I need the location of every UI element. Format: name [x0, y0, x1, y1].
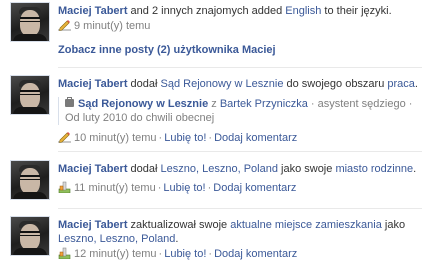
- story-text-part: zaktualizował swoje: [127, 219, 231, 231]
- separator: ·: [208, 248, 213, 260]
- actor-link[interactable]: Maciej Tabert: [58, 219, 128, 231]
- feed-story: Maciej Tabert dodał Sąd Rejonowy w Leszn…: [0, 73, 420, 151]
- object-link[interactable]: Leszno, Leszno, Poland: [161, 163, 278, 175]
- actor-link[interactable]: Maciej Tabert: [58, 163, 128, 175]
- attachment-person-link[interactable]: Bartek Przyniczka: [220, 98, 308, 110]
- separator: ·: [158, 132, 163, 144]
- timestamp[interactable]: 10 minut(y) temu: [74, 132, 157, 144]
- story-content: Maciej Tabert zaktualizował swoje aktual…: [58, 218, 414, 261]
- story-text-part: .: [175, 233, 179, 245]
- story-meta: 11 minut(y) temu · Lubię to! · Dodaj komenta…: [58, 181, 420, 195]
- story-content: Maciej Tabert dodał Leszno, Leszno, Pola…: [58, 162, 420, 195]
- story-text-part: jako swoje: [277, 163, 336, 175]
- comment-link[interactable]: Dodaj komentarz: [214, 248, 297, 260]
- briefcase-icon: [65, 97, 74, 107]
- object-link[interactable]: Leszno, Leszno, Poland: [58, 233, 175, 245]
- story-text-part: .: [414, 78, 418, 90]
- separator: ·: [208, 132, 213, 144]
- divider: [58, 151, 422, 152]
- avatar[interactable]: [10, 75, 50, 115]
- object-link[interactable]: English: [285, 5, 321, 17]
- divider: [58, 67, 422, 68]
- story-content: Maciej Tabert dodał Sąd Rejonowy w Leszn…: [58, 77, 420, 145]
- story-text-part: .: [413, 163, 417, 175]
- pencil-icon: [58, 132, 71, 143]
- timestamp[interactable]: 9 minut(y) temu: [74, 20, 150, 32]
- object-link[interactable]: aktualne miejsce zamieszkania: [230, 219, 382, 231]
- object-link[interactable]: Sąd Rejonowy w Lesznie: [161, 78, 284, 90]
- story-text-part: dodał: [127, 78, 161, 90]
- comment-link[interactable]: Dodaj komentarz: [213, 182, 296, 194]
- separator: ·: [158, 248, 163, 260]
- story-meta: 10 minut(y) temu · Lubię to! · Dodaj komenta…: [58, 131, 420, 145]
- attachment-dates: Od luty 2010 do chwili obecnej: [65, 112, 215, 124]
- attachment-title-link[interactable]: Sąd Rejonowy w Lesznie: [78, 98, 208, 110]
- separator: ·: [207, 182, 212, 194]
- story-text-part: jako: [381, 219, 406, 231]
- story-meta: 9 minut(y) temu: [58, 19, 420, 33]
- timestamp[interactable]: 11 minut(y) temu: [74, 182, 156, 194]
- story-text: Maciej Tabert dodał Leszno, Leszno, Pola…: [58, 162, 420, 176]
- like-link[interactable]: Lubię to!: [163, 182, 205, 194]
- story-text: Maciej Tabert and 2 innych znajomych add…: [58, 4, 420, 18]
- see-more-posts-link[interactable]: Zobacz inne posty (2) użytkownika Maciej: [58, 44, 276, 56]
- separator: ·: [157, 182, 162, 194]
- like-link[interactable]: Lubię to!: [164, 132, 206, 144]
- avatar[interactable]: [10, 2, 50, 42]
- story-content: Maciej Tabert and 2 innych znajomych add…: [58, 4, 420, 33]
- timestamp[interactable]: 12 minut(y) temu: [74, 248, 157, 260]
- story-attachment: Sąd Rejonowy w Lesznie z Bartek Przynicz…: [58, 97, 420, 125]
- news-feed: Maciej Tabert and 2 innych znajomych add…: [0, 0, 430, 274]
- story-text-part: to their języki.: [321, 5, 392, 17]
- attachment-with-prefix: z: [208, 98, 220, 110]
- feed-story: Maciej Tabert and 2 innych znajomych add…: [0, 0, 420, 44]
- story-text-part: and 2 innych znajomych added: [127, 5, 286, 17]
- actor-link[interactable]: Maciej Tabert: [58, 5, 128, 17]
- comment-link[interactable]: Dodaj komentarz: [214, 132, 297, 144]
- place-pin-icon: [58, 181, 71, 193]
- story-text-part: do swojego obszaru: [283, 78, 388, 90]
- object-link[interactable]: miasto rodzinne: [335, 163, 413, 175]
- feed-story: Maciej Tabert dodał Leszno, Leszno, Pola…: [0, 159, 420, 209]
- story-meta: 12 minut(y) temu · Lubię to! · Dodaj komenta…: [58, 247, 414, 261]
- object-link[interactable]: praca: [387, 78, 415, 90]
- place-pin-icon: [58, 247, 71, 259]
- attachment-role: · asystent sędziego ·: [307, 98, 413, 110]
- actor-link[interactable]: Maciej Tabert: [58, 78, 128, 90]
- avatar[interactable]: [10, 216, 50, 256]
- story-text-part: dodał: [127, 163, 161, 175]
- feed-story: Maciej Tabert zaktualizował swoje aktual…: [0, 215, 420, 274]
- divider: [58, 208, 422, 209]
- like-link[interactable]: Lubię to!: [164, 248, 206, 260]
- pencil-icon: [58, 20, 71, 31]
- story-text: Maciej Tabert dodał Sąd Rejonowy w Leszn…: [58, 77, 420, 91]
- avatar[interactable]: [10, 160, 50, 200]
- story-text: Maciej Tabert zaktualizował swoje aktual…: [58, 218, 414, 246]
